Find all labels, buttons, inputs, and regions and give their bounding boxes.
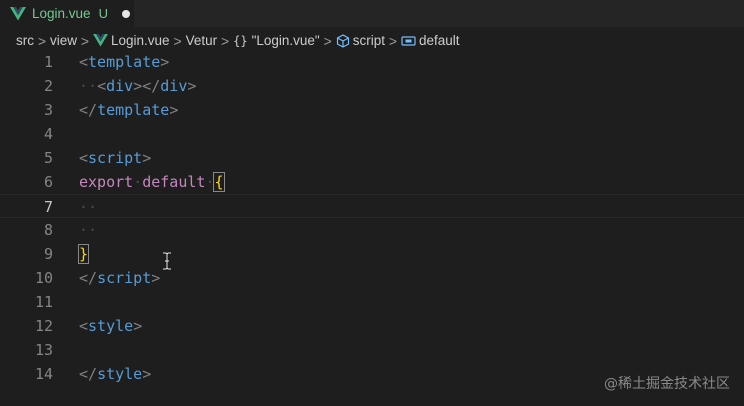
breadcrumb-item-src[interactable]: src — [16, 33, 34, 48]
code-line[interactable]: 12 <style> — [0, 314, 744, 338]
line-number: 9 — [43, 245, 53, 263]
code-line[interactable]: 8 ·· — [0, 218, 744, 242]
line-number: 1 — [43, 53, 53, 71]
breadcrumb-label: Vetur — [185, 33, 218, 48]
code-line[interactable]: 11 — [0, 290, 744, 314]
vue-icon — [10, 6, 26, 20]
code-text: ·· — [79, 198, 98, 216]
breadcrumb-label: script — [352, 33, 385, 48]
code-text: } — [77, 242, 90, 266]
code-line[interactable]: 9 } — [0, 242, 744, 266]
breadcrumb-label: "Login.vue" — [251, 33, 320, 48]
breadcrumb-item-module[interactable]: {} "Login.vue" — [233, 33, 320, 48]
line-number: 14 — [34, 365, 53, 383]
chevron-right-icon: > — [221, 32, 230, 49]
matched-brace: { — [213, 172, 225, 192]
breadcrumb-item-script[interactable]: script — [336, 33, 385, 48]
breadcrumb-item-default[interactable]: default — [401, 33, 460, 48]
chevron-right-icon: > — [323, 32, 332, 49]
breadcrumb-label: Login.vue — [111, 33, 170, 48]
current-code-line[interactable]: 7 ·· — [0, 194, 744, 218]
breadcrumb-item-view[interactable]: view — [50, 33, 77, 48]
code-line[interactable]: 3 </template> — [0, 98, 744, 122]
breadcrumb-item-vetur[interactable]: Vetur — [186, 33, 218, 48]
field-icon — [401, 35, 416, 46]
line-number: 7 — [43, 198, 53, 216]
watermark: @稀土掘金技术社区 — [604, 376, 730, 392]
tab-login-vue[interactable]: Login.vue U — [0, 0, 134, 27]
code-text: export·default·{ — [79, 172, 225, 192]
text-cursor-icon — [163, 252, 171, 270]
code-text: ··<div></div> — [79, 77, 197, 95]
code-line[interactable]: 13 — [0, 338, 744, 362]
tab-bar: Login.vue U — [0, 0, 744, 27]
tab-title: Login.vue — [32, 6, 91, 21]
breadcrumb-label: view — [50, 33, 78, 48]
cube-icon — [336, 33, 349, 48]
line-number: 12 — [34, 317, 53, 335]
code-text: </script> — [79, 269, 161, 287]
code-text: </template> — [79, 101, 179, 119]
line-number: 8 — [43, 221, 53, 239]
breadcrumb-label: src — [16, 33, 34, 48]
code-line[interactable]: 1 <template> — [0, 50, 744, 74]
unsaved-dot-icon[interactable] — [121, 9, 130, 18]
chevron-right-icon: > — [80, 32, 90, 49]
chevron-right-icon: > — [37, 32, 47, 49]
line-number: 4 — [43, 125, 53, 143]
matched-brace: } — [77, 244, 90, 264]
line-number: 3 — [43, 101, 53, 119]
breadcrumb-label: default — [418, 33, 460, 48]
code-line[interactable]: 4 — [0, 122, 744, 146]
code-line[interactable]: 2 ··<div></div> — [0, 74, 744, 98]
line-number: 11 — [34, 293, 53, 311]
code-text: </style> — [79, 365, 152, 383]
code-line[interactable]: 10 </script> — [0, 266, 744, 290]
line-number: 5 — [43, 149, 53, 167]
code-editor[interactable]: 1 <template> 2 ··<div></div> 3 </templat… — [0, 50, 744, 406]
vue-icon — [93, 34, 108, 47]
code-text: <script> — [79, 149, 152, 167]
code-text: <style> — [79, 317, 143, 335]
line-number: 6 — [43, 173, 53, 191]
line-number: 10 — [34, 269, 53, 287]
chevron-right-icon: > — [388, 32, 398, 49]
line-number: 2 — [43, 77, 53, 95]
chevron-right-icon: > — [173, 32, 182, 49]
code-line[interactable]: 6 export·default·{ — [0, 170, 744, 194]
untracked-status-badge: U — [98, 6, 108, 21]
code-text: <template> — [79, 53, 170, 71]
code-text: ·· — [79, 221, 98, 239]
breadcrumb-item-login-vue[interactable]: Login.vue — [93, 33, 170, 48]
code-line[interactable]: 5 <script> — [0, 146, 744, 170]
braces-icon: {} — [233, 33, 248, 48]
line-number: 13 — [34, 341, 53, 359]
